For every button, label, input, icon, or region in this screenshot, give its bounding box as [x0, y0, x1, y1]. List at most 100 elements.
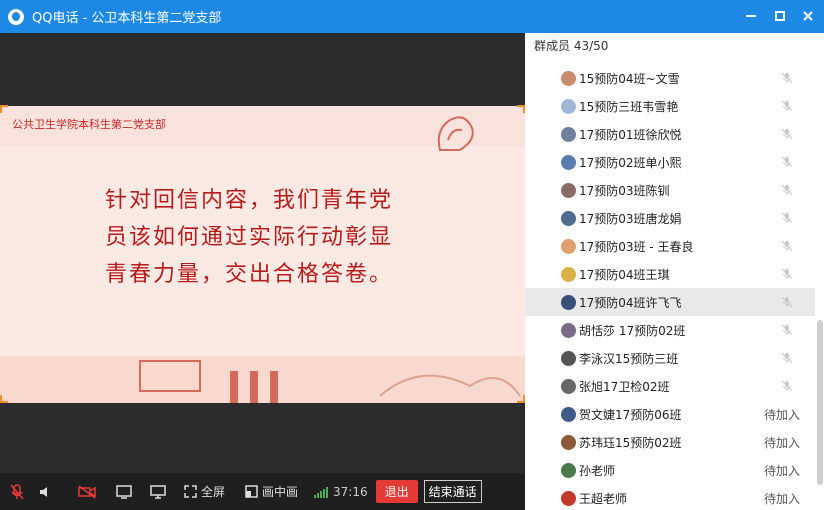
avatar [561, 238, 576, 254]
mic-muted-icon [781, 128, 793, 140]
slide-line: 青春力量，交出合格答卷。 [105, 262, 394, 287]
mic-toggle-button[interactable] [10, 483, 24, 500]
avatar [561, 266, 576, 282]
signal-strength-icon [314, 486, 329, 498]
member-status: 待加入 [764, 463, 801, 478]
mic-muted-icon [10, 483, 24, 499]
avatar [561, 70, 576, 86]
mic-muted-icon [781, 240, 793, 252]
mic-muted-icon [781, 352, 793, 364]
share-screen-button[interactable] [116, 484, 132, 499]
member-name: 17预防04班王琪 [579, 267, 670, 282]
shared-screen-area: 公共卫生学院本科生第二党支部 针对回信内容，我们青年党 员该如何通过实际行动彰显… [0, 33, 525, 473]
member-name: 苏玮珏15预防02班 [579, 435, 682, 450]
member-row[interactable]: 17预防02班单小熙 [525, 148, 815, 176]
mic-muted-icon [781, 100, 793, 112]
member-status: 待加入 [764, 435, 801, 450]
member-name: 17预防03班 - 王春良 [579, 239, 694, 254]
crop-corner [0, 395, 8, 403]
speaker-button[interactable] [38, 485, 52, 499]
member-panel: 群成员 43/50 15预防04班~文雪 15预防三班韦雪艳 17预防01班徐欣悦 1… [525, 33, 824, 510]
mic-muted-icon [781, 72, 793, 84]
qq-logo-icon [8, 8, 24, 25]
maximize-button[interactable] [769, 6, 791, 26]
avatar [561, 154, 576, 170]
avatar [561, 406, 576, 422]
member-list-scrollbar[interactable] [817, 320, 823, 485]
speaker-icon [40, 486, 47, 497]
slide-line: 员该如何通过实际行动彰显 [105, 225, 394, 250]
member-row[interactable]: 17预防01班徐欣悦 [525, 120, 815, 148]
picture-in-picture-icon [245, 485, 258, 498]
member-row[interactable]: 17预防03班唐龙娟 [525, 204, 815, 232]
fullscreen-label: 全屏 [201, 485, 226, 499]
member-name: 15预防04班~文雪 [579, 71, 680, 86]
presentation-slide: 公共卫生学院本科生第二党支部 针对回信内容，我们青年党 员该如何通过实际行动彰显… [0, 106, 525, 403]
slide-line: 针对回信内容，我们青年党 [105, 188, 394, 213]
crop-corner [0, 105, 8, 113]
member-name: 孙老师 [579, 463, 616, 478]
pip-label: 画中画 [262, 485, 299, 499]
avatar [561, 490, 576, 506]
member-name: 17预防02班单小熙 [579, 155, 682, 170]
member-row[interactable]: 17预防04班王琪 [525, 260, 815, 288]
presentation-icon [150, 484, 166, 499]
member-row[interactable]: 孙老师 待加入 [525, 456, 815, 484]
fullscreen-icon [184, 485, 197, 498]
avatar [561, 210, 576, 226]
member-row[interactable]: 王超老师 待加入 [525, 484, 815, 510]
call-control-bar: 全屏 画中画 37:16 退出 结束通话 [0, 473, 525, 510]
share-screen-icon [116, 484, 132, 499]
member-row[interactable]: 苏玮珏15预防02班 待加入 [525, 428, 815, 456]
member-name: 贺文婕17预防06班 [579, 407, 682, 422]
member-row[interactable]: 15预防04班~文雪 [525, 64, 815, 92]
avatar [561, 182, 576, 198]
avatar [561, 350, 576, 366]
member-row[interactable]: 17预防03班陈钏 [525, 176, 815, 204]
mic-muted-icon [781, 380, 793, 392]
presentation-button[interactable] [150, 484, 166, 499]
member-name: 15预防三班韦雪艳 [579, 99, 679, 114]
crop-corner [517, 105, 525, 113]
member-count-header: 群成员 43/50 [534, 39, 609, 53]
avatar [561, 294, 576, 310]
mic-muted-icon [781, 268, 793, 280]
member-name: 17预防01班徐欣悦 [579, 127, 682, 142]
camera-off-icon [78, 484, 96, 499]
avatar [561, 462, 576, 478]
end-call-button[interactable]: 结束通话 [423, 480, 482, 503]
picture-in-picture-button[interactable]: 画中画 [245, 483, 298, 500]
member-row[interactable]: 胡恬莎 17预防02班 [525, 316, 815, 344]
minimize-button[interactable] [740, 6, 762, 26]
qq-call-window: QQ电话 - 公卫本科生第二党支部 公共卫生学院本科生第二党支部 针对回信内容，… [0, 0, 824, 510]
slide-bottom-decoration [0, 356, 525, 403]
member-name: 17预防03班陈钏 [579, 183, 670, 198]
slide-org-name: 公共卫生学院本科生第二党支部 [12, 118, 166, 131]
mic-muted-icon [781, 324, 793, 336]
avatar [561, 434, 576, 450]
member-row[interactable]: 17预防03班 - 王春良 [525, 232, 815, 260]
close-button[interactable] [797, 6, 819, 26]
member-name: 胡恬莎 17预防02班 [579, 323, 686, 338]
call-timer: 37:16 [333, 484, 368, 499]
member-name: 17预防04班许飞飞 [579, 295, 682, 310]
member-name: 张旭17卫检02班 [579, 379, 670, 394]
mic-muted-icon [781, 184, 793, 196]
avatar [561, 378, 576, 394]
window-title: QQ电话 - 公卫本科生第二党支部 [32, 11, 222, 26]
fullscreen-button[interactable]: 全屏 [184, 483, 225, 500]
member-row[interactable]: 李泳汉15预防三班 [525, 344, 815, 372]
member-row[interactable]: 15预防三班韦雪艳 [525, 92, 815, 120]
title-bar: QQ电话 - 公卫本科生第二党支部 [0, 0, 824, 33]
member-row[interactable]: 贺文婕17预防06班 待加入 [525, 400, 815, 428]
camera-toggle-button[interactable] [78, 484, 96, 499]
member-row[interactable]: 17预防04班许飞飞 [525, 288, 815, 316]
mic-muted-icon [781, 212, 793, 224]
party-emblem-decoration [437, 116, 474, 151]
exit-button[interactable]: 退出 [375, 480, 418, 503]
avatar [561, 98, 576, 114]
member-name: 17预防03班唐龙娟 [579, 211, 682, 226]
member-status: 待加入 [764, 491, 801, 506]
slide-body-text: 针对回信内容，我们青年党 员该如何通过实际行动彰显 青春力量，交出合格答卷。 [105, 182, 435, 293]
member-row[interactable]: 张旭17卫检02班 [525, 372, 815, 400]
